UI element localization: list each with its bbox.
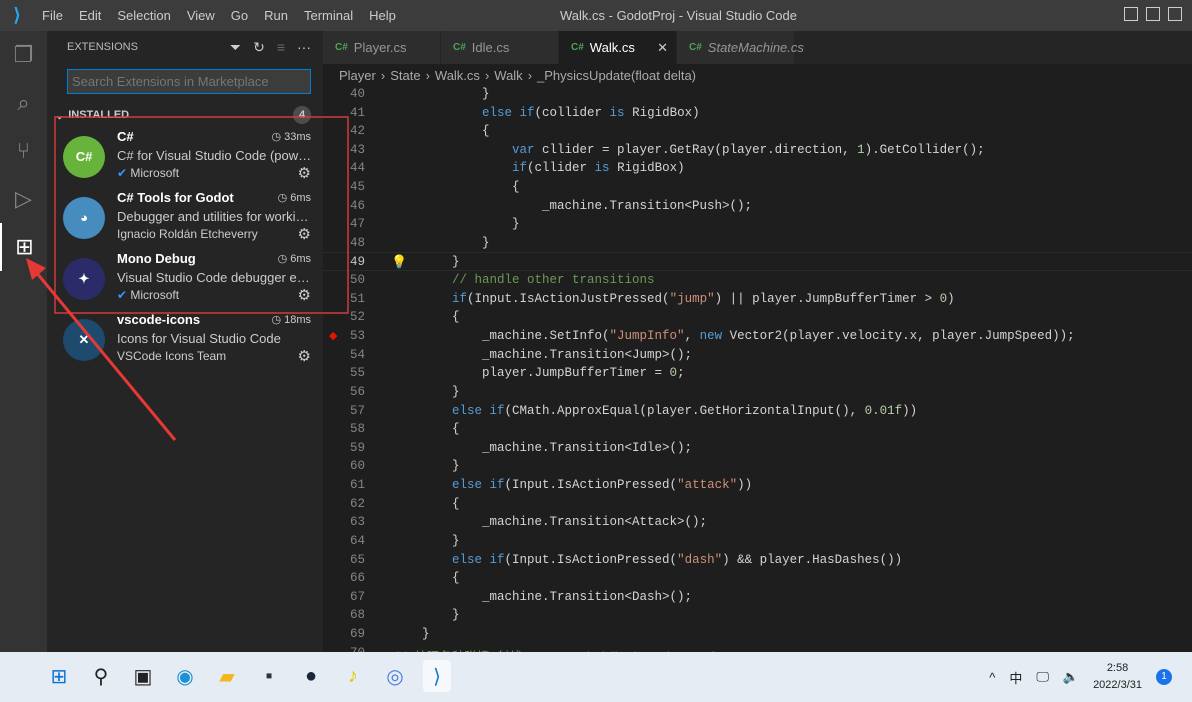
annotation-arrow xyxy=(34,271,177,441)
annotation-overlay xyxy=(26,116,349,441)
annotation-arrowhead xyxy=(26,258,46,280)
highlight-rectangle xyxy=(54,116,349,314)
